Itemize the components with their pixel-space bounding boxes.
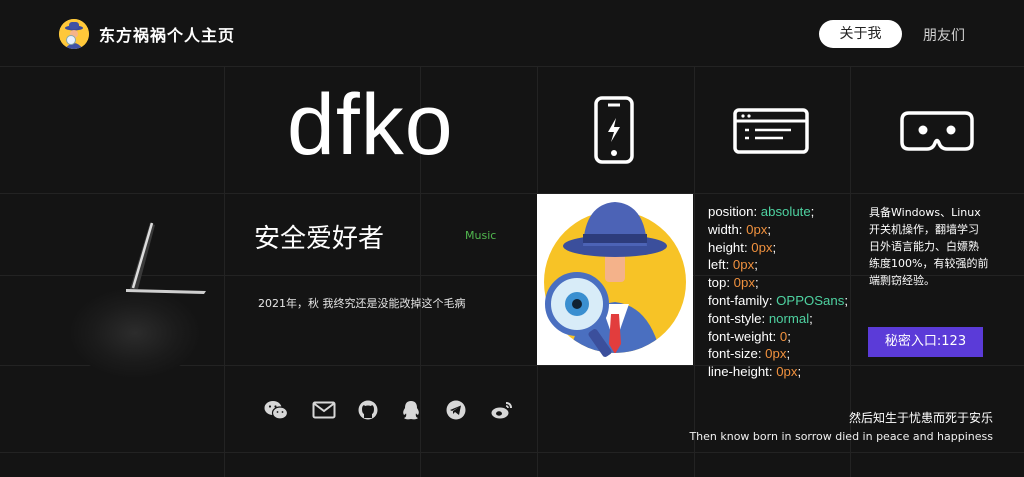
css-property-value: absolute	[760, 204, 811, 219]
grid-line	[694, 66, 695, 477]
css-property-line: top: 0px;	[708, 275, 759, 291]
detective-avatar-icon	[544, 202, 686, 357]
about-description: 具备Windows、Linux开关机操作，翻墙学习日外语言能力、白嫖熟练度100…	[869, 206, 989, 287]
music-toggle[interactable]: Music	[465, 229, 496, 242]
css-property-name: font-style	[708, 310, 762, 326]
css-property-line: font-size: 0px;	[708, 346, 791, 362]
css-property-value: normal	[768, 310, 810, 326]
hero-note: 2021年，秋 我终究还是没能改掉这个毛病	[258, 297, 466, 310]
grid-line	[0, 66, 1024, 67]
site-title[interactable]: 东方祸祸个人主页	[99, 22, 235, 46]
mail-icon[interactable]	[312, 400, 336, 420]
laptop-icon	[126, 222, 206, 294]
css-property-value: OPPOSans	[776, 292, 845, 308]
css-property-value: 0	[779, 328, 788, 344]
css-property-name: font-family	[708, 292, 769, 308]
wechat-icon[interactable]	[264, 400, 288, 420]
css-property-line: line-height: 0px;	[708, 364, 802, 380]
laptop-shadow	[70, 288, 200, 378]
css-property-line: font-family: OPPOSans;	[708, 292, 848, 308]
css-property-name: width	[708, 221, 739, 237]
grid-line	[0, 452, 1024, 453]
detective-avatar-icon	[59, 19, 89, 49]
css-property-line: font-weight: 0;	[708, 328, 791, 344]
css-property-line: position: absolute;	[708, 204, 815, 219]
css-property-value: 0px	[776, 364, 798, 380]
css-property-name: line-height	[708, 364, 769, 380]
hero-tagline: 安全爱好者	[254, 224, 385, 254]
css-property-value: 0px	[746, 221, 768, 237]
github-icon[interactable]	[356, 400, 380, 420]
quote-chinese: 然后知生于忧患而死于安乐	[848, 411, 993, 425]
browser-window-icon	[733, 108, 809, 154]
css-property-value: 0px	[733, 275, 755, 291]
css-property-value: 0px	[732, 257, 755, 273]
nav-friends-link[interactable]: 朋友们	[923, 25, 965, 45]
grid-line	[224, 66, 225, 477]
css-property-value: 0px	[751, 239, 773, 255]
qq-icon[interactable]	[399, 400, 423, 420]
css-property-line: width: 0px;	[708, 221, 772, 237]
css-property-name: font-weight	[708, 328, 773, 344]
telegram-icon[interactable]	[444, 400, 468, 420]
css-property-line: left: 0px;	[708, 257, 758, 273]
mobile-flash-icon	[594, 96, 634, 164]
css-properties-panel: position: absolute; width: 0px; height: 0p…	[708, 203, 848, 381]
vr-glasses-icon	[900, 111, 974, 151]
grid-line	[0, 193, 1024, 194]
css-property-value: 0px	[765, 346, 787, 362]
quote-english: Then know born in sorrow died in peace a…	[689, 430, 993, 443]
css-property-line: font-style: normal;	[708, 310, 813, 326]
hero-name: dfko	[287, 77, 454, 173]
profile-avatar	[537, 194, 693, 365]
weibo-icon[interactable]	[490, 400, 514, 420]
css-property-name: top	[708, 275, 727, 291]
site-logo[interactable]	[59, 19, 89, 49]
css-property-name: left	[708, 257, 726, 273]
nav-about-button[interactable]: 关于我	[819, 20, 902, 48]
css-property-name: position	[708, 204, 754, 219]
css-property-name: height	[708, 239, 744, 255]
secret-entrance-button[interactable]: 秘密入口:123	[868, 327, 983, 357]
css-property-name: font-size	[708, 346, 758, 362]
css-property-line: height: 0px;	[708, 239, 777, 255]
